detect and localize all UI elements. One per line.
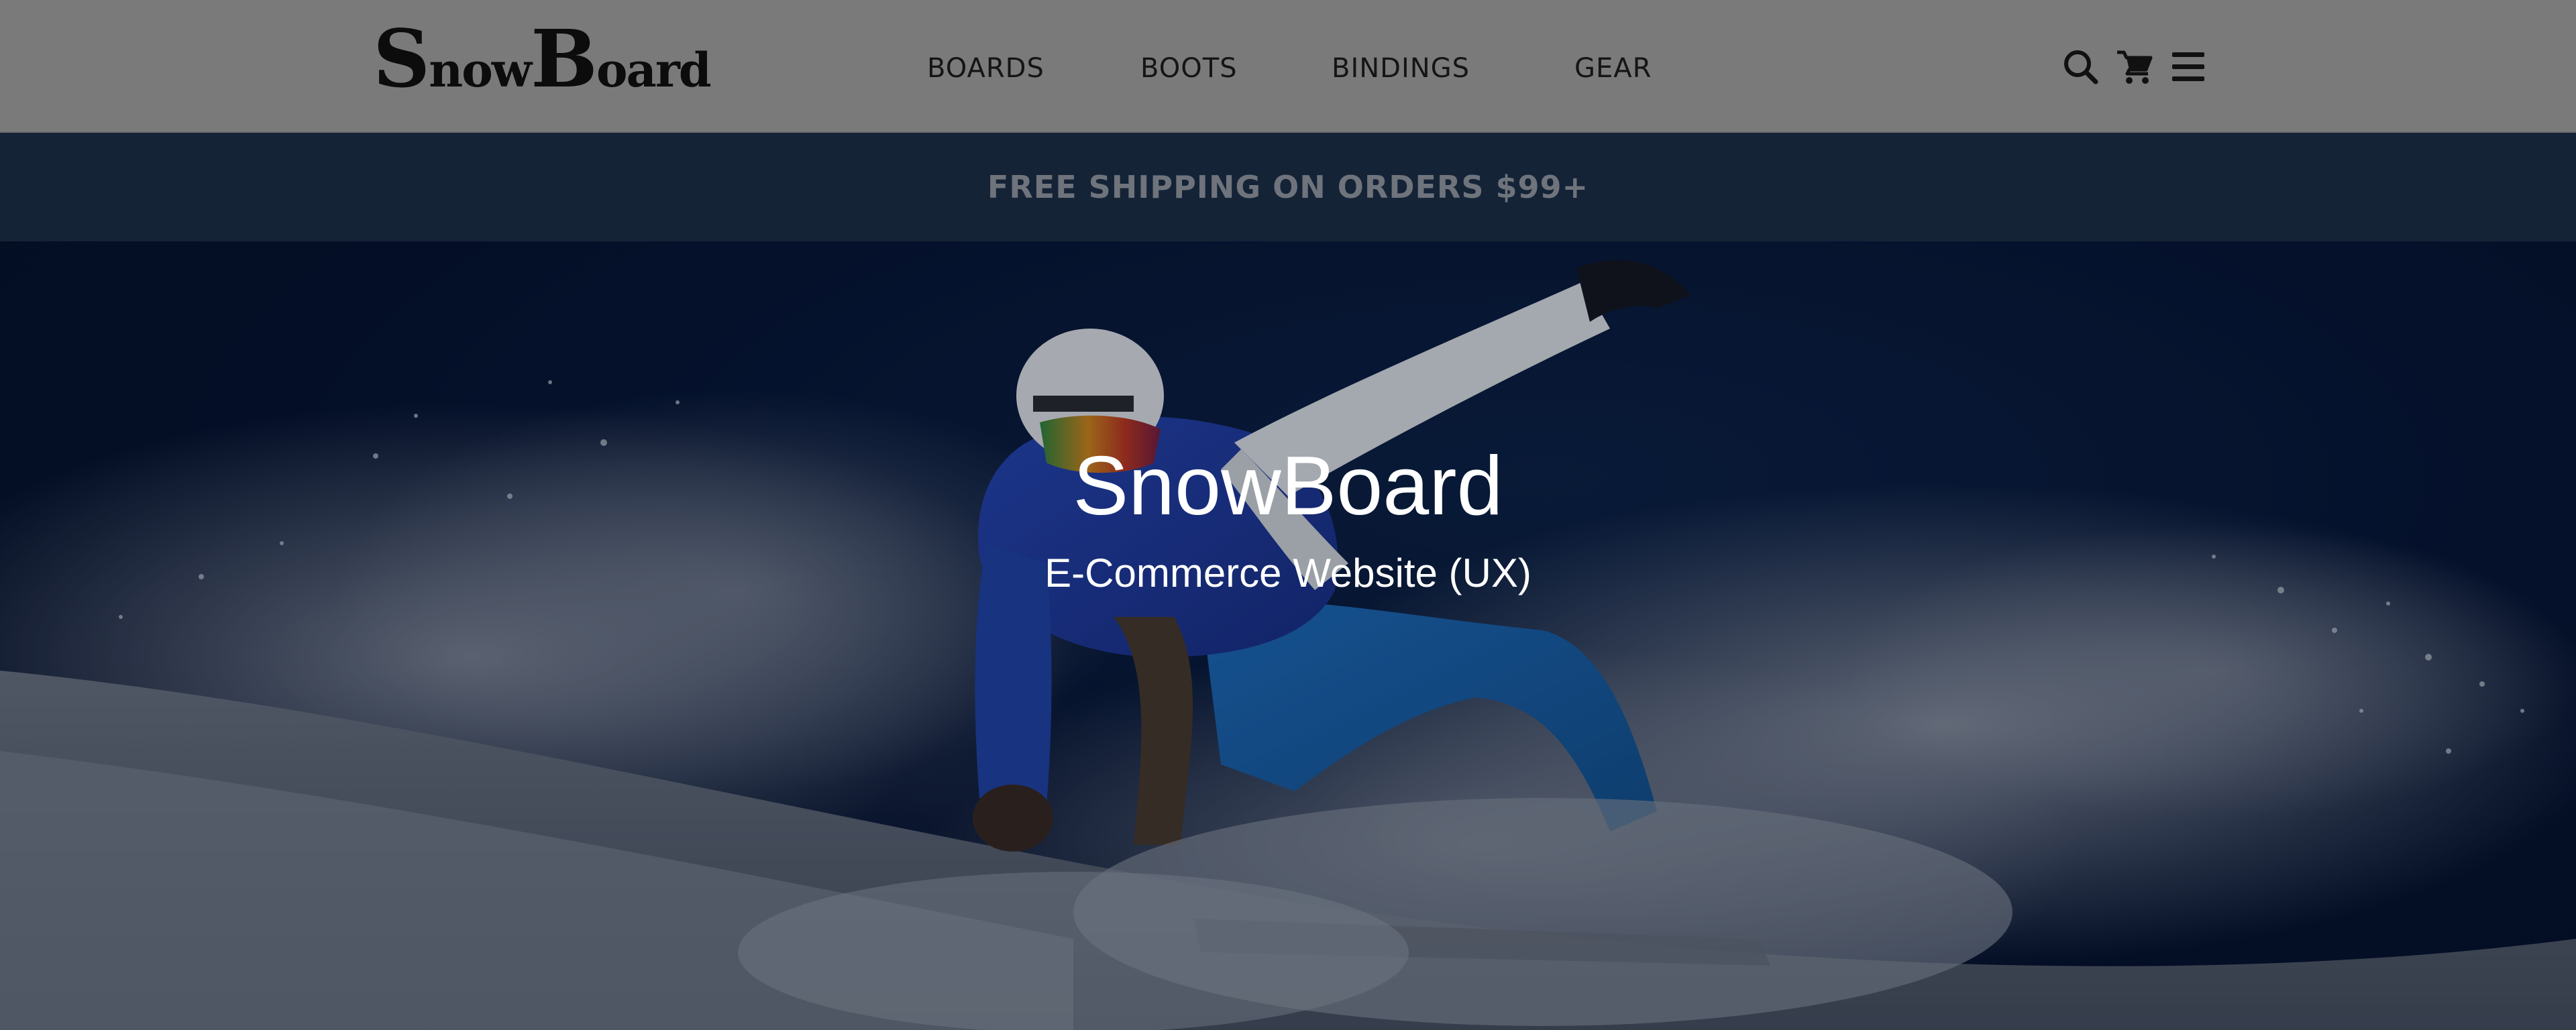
- search-icon[interactable]: [2061, 47, 2101, 87]
- site-header: SnowBoard BOARDS BOOTS BINDINGS GEAR: [0, 0, 2576, 133]
- cart-icon[interactable]: [2114, 47, 2155, 87]
- nav-item-gear[interactable]: GEAR: [1574, 50, 1652, 87]
- menu-icon[interactable]: [2168, 47, 2208, 87]
- nav-item-bindings[interactable]: BINDINGS: [1332, 50, 1470, 87]
- hero-subtitle: E-Commerce Website (UX): [1044, 551, 1532, 595]
- promo-banner-text: FREE SHIPPING ON ORDERS $99+: [987, 169, 1589, 205]
- nav-item-boards[interactable]: BOARDS: [927, 50, 1044, 87]
- nav-item-boots[interactable]: BOOTS: [1140, 50, 1238, 87]
- promo-banner: FREE SHIPPING ON ORDERS $99+: [0, 133, 2576, 241]
- hero-title: SnowBoard: [1073, 440, 1503, 532]
- hero-section: SnowBoard E-Commerce Website (UX): [0, 241, 2576, 1030]
- brand-logo[interactable]: SnowBoard: [373, 19, 712, 99]
- hero-image: [0, 241, 2576, 1030]
